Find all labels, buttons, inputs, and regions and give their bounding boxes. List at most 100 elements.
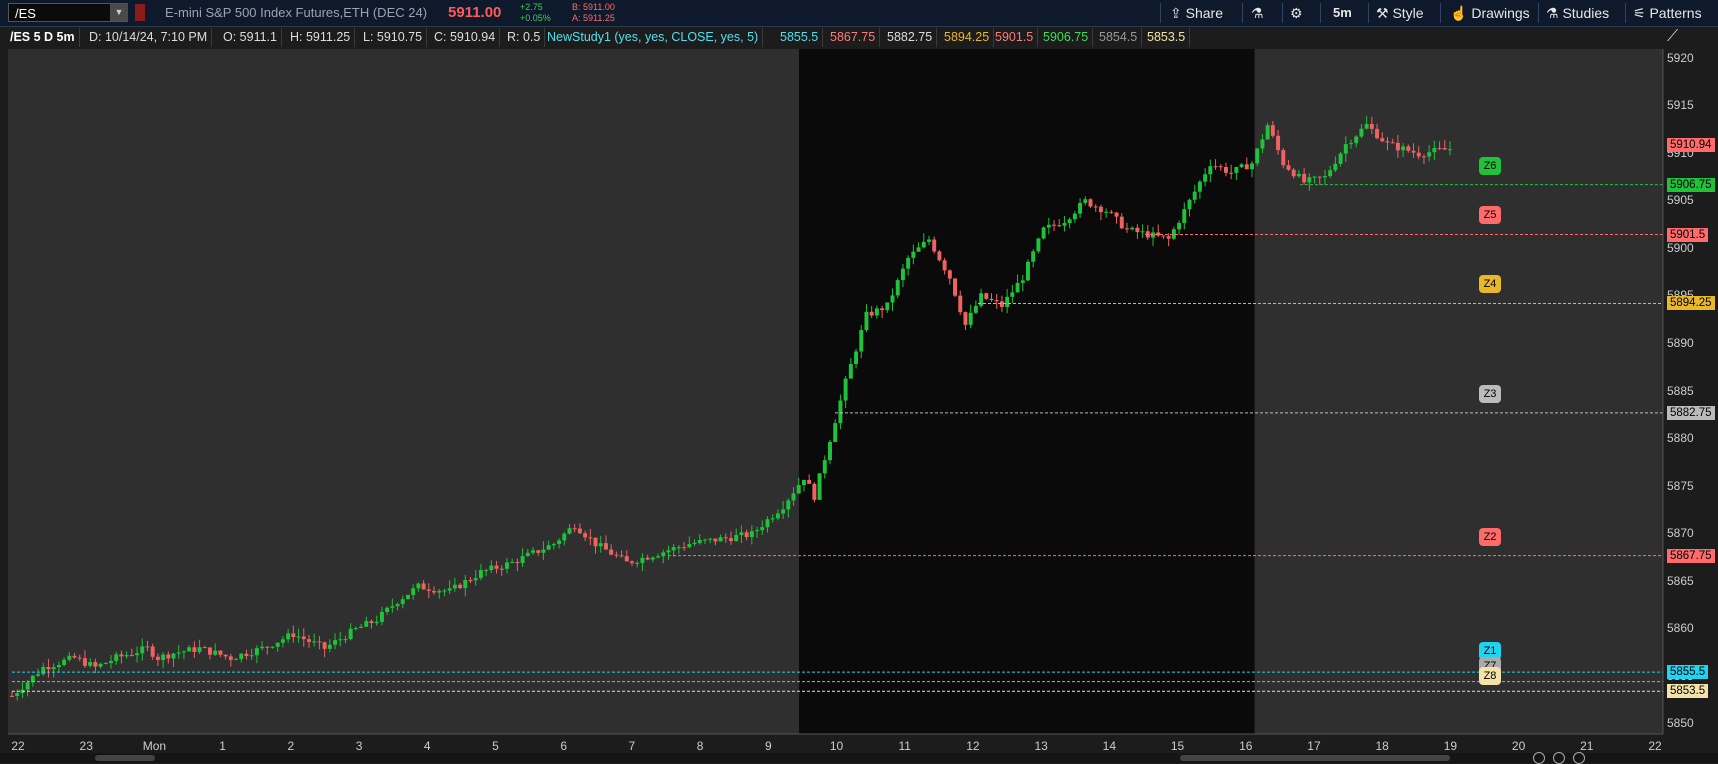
candle-body (760, 527, 765, 531)
candle-body (656, 556, 661, 558)
candle-body (1057, 225, 1062, 227)
time-tick-label: 11 (898, 739, 911, 753)
study-value: 5855.5 (776, 28, 824, 47)
candle-body (333, 640, 338, 645)
drawing-tool-icon[interactable]: ⟋ (1667, 28, 1678, 46)
candle-body (452, 584, 457, 589)
candle-body (1234, 167, 1239, 173)
candle-body (181, 651, 186, 653)
candle-body (921, 241, 926, 248)
candle-body (1052, 224, 1057, 226)
candle-body (301, 636, 306, 640)
candle-body (1322, 176, 1327, 178)
candle-body (499, 568, 504, 570)
candle-body (291, 633, 296, 637)
candle-body (93, 662, 98, 667)
candle-body (88, 662, 93, 666)
candle-body (197, 647, 202, 652)
time-tick-label: 22 (1648, 739, 1662, 753)
candle-body (348, 628, 353, 640)
candle-body (838, 400, 843, 424)
candle-body (801, 479, 806, 486)
candle-body (77, 657, 82, 659)
candle-body (791, 493, 796, 501)
candle-body (650, 557, 655, 560)
candle-body (702, 539, 707, 541)
candle-body (692, 542, 697, 545)
price-axis-tag: 5882.75 (1667, 405, 1715, 420)
candle-body (1354, 136, 1359, 144)
zoom-reset-icon[interactable] (1573, 752, 1585, 764)
candle-body (927, 239, 931, 242)
candle-body (1197, 181, 1202, 192)
candle-body (187, 647, 192, 652)
candle-body (609, 549, 614, 555)
candle-body (1005, 296, 1010, 307)
candle-body (1166, 236, 1171, 239)
candle-body (103, 663, 108, 665)
candle-body (1265, 125, 1270, 140)
candle-body (1036, 238, 1041, 252)
candle-body (854, 351, 859, 365)
zoom-out-icon[interactable] (1533, 752, 1545, 764)
time-tick-label: 19 (1443, 739, 1458, 753)
candle-body (15, 693, 20, 697)
candle-body (755, 530, 760, 532)
time-tick-label: 17 (1307, 739, 1321, 753)
candle-body (338, 639, 343, 641)
candle-body (812, 483, 817, 500)
candle-body (937, 251, 942, 261)
candle-body (395, 603, 400, 607)
time-tick-label: 10 (829, 739, 844, 753)
price-chart[interactable] (0, 0, 1718, 763)
candle-body (562, 533, 567, 541)
candle-body (202, 647, 207, 649)
candle-body (1255, 148, 1260, 164)
scrollbar-thumb[interactable] (1180, 755, 1450, 761)
candle-body (1098, 206, 1103, 213)
price-axis-tag: 5853.5 (1667, 684, 1709, 699)
time-tick-label: 3 (355, 739, 363, 753)
price-tick-label: 5860 (1667, 621, 1694, 636)
time-tick-label: 16 (1239, 739, 1253, 753)
zoom-in-icon[interactable] (1553, 752, 1565, 764)
candle-body (312, 641, 317, 643)
candle-body (364, 621, 369, 627)
candle-body (817, 473, 822, 500)
candle-body (687, 544, 692, 548)
candle-body (1448, 149, 1452, 151)
candle-body (166, 654, 171, 659)
candle-body (25, 682, 30, 690)
candle-body (1010, 292, 1015, 297)
candle-body (62, 659, 67, 666)
candle-body (343, 639, 348, 641)
candle-body (1140, 231, 1145, 233)
time-tick-label: 12 (966, 739, 980, 753)
candle-body (317, 641, 322, 643)
price-tick-label: 5875 (1667, 478, 1694, 493)
price-axis-tag: 5855.5 (1667, 665, 1709, 680)
candle-body (1088, 199, 1093, 207)
candle-body (765, 519, 770, 528)
candle-body (515, 561, 520, 564)
time-tick-label: 15 (1170, 739, 1185, 753)
candle-body (1343, 144, 1348, 154)
candle-body (1437, 147, 1442, 149)
candle-body (1390, 142, 1395, 144)
candle-body (239, 653, 244, 660)
candle-body (473, 578, 478, 581)
candle-body (1187, 199, 1192, 210)
candle-body (546, 545, 551, 550)
candle-body (1328, 170, 1333, 177)
candle-body (260, 646, 265, 649)
zone-label: Z5 (1479, 206, 1501, 225)
candle-body (624, 556, 629, 562)
scrollbar-thumb-left[interactable] (95, 755, 155, 761)
horizontal-scrollbar[interactable] (0, 753, 1718, 763)
candle-body (859, 330, 864, 352)
candle-body (1041, 227, 1046, 239)
price-tick-label: 5900 (1667, 240, 1694, 255)
candle-body (520, 556, 525, 564)
candle-body (1124, 228, 1129, 230)
candle-body (46, 666, 51, 670)
